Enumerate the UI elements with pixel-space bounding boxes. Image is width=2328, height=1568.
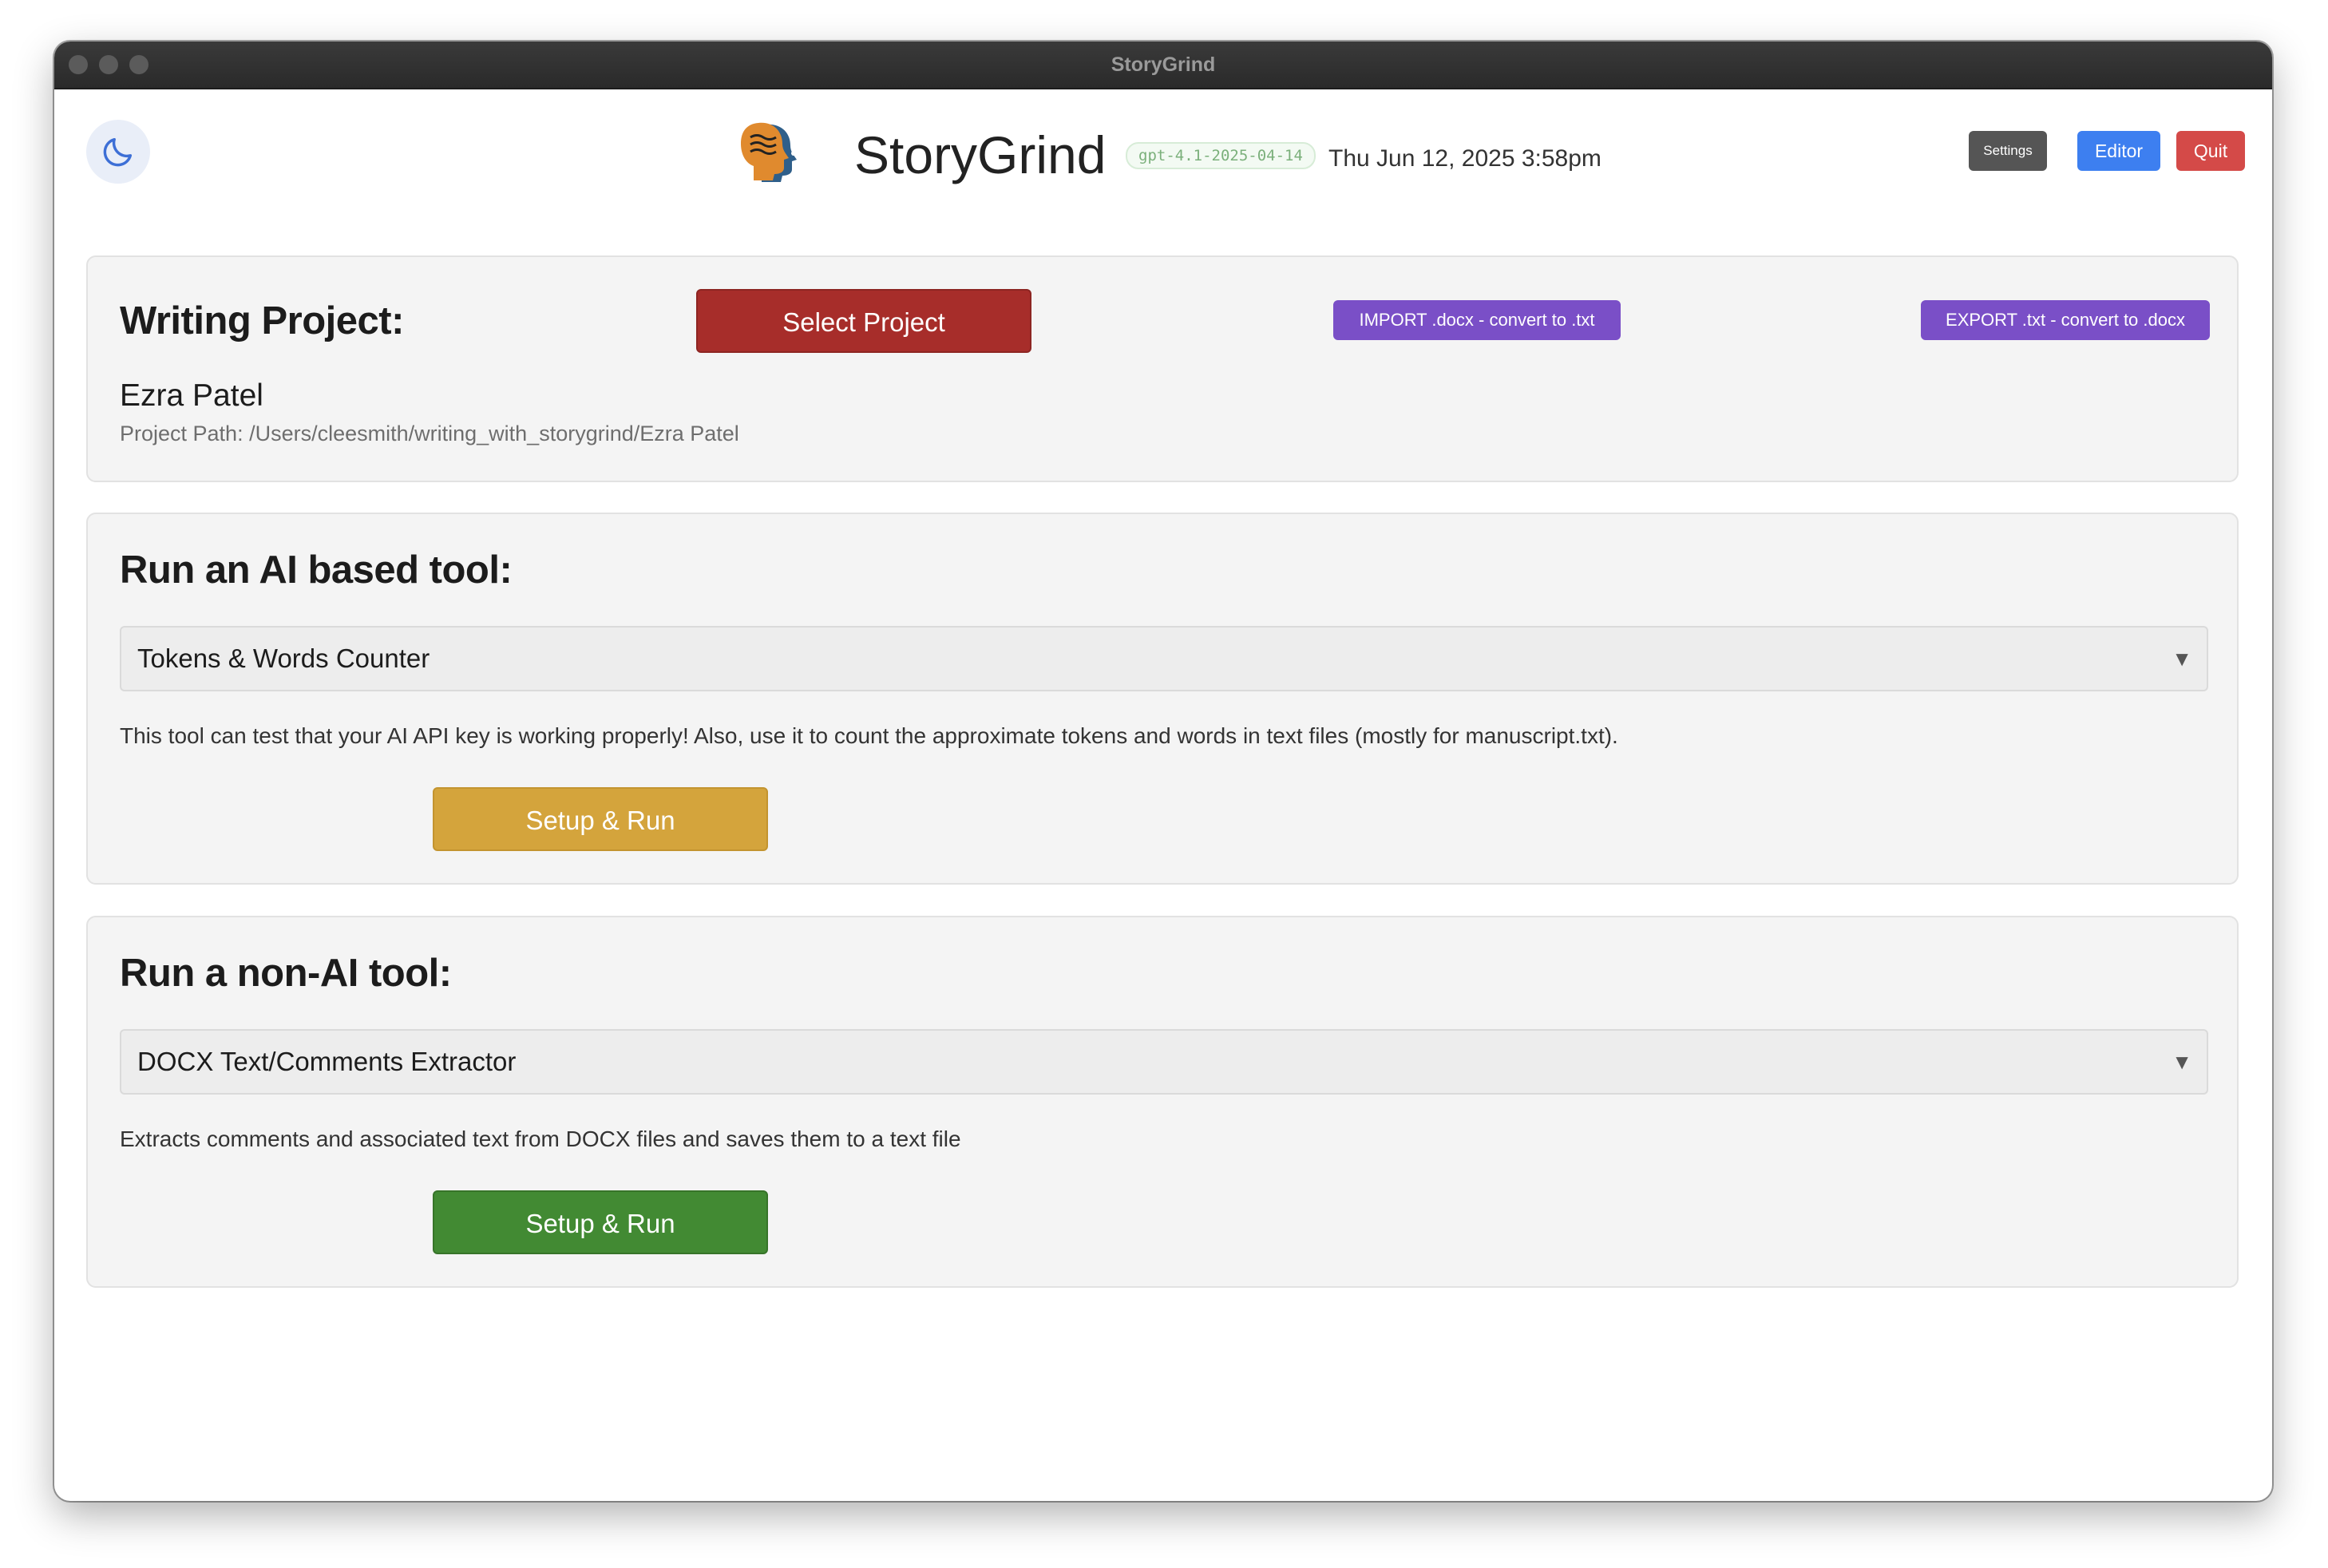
ai-tool-panel: Run an AI based tool: Tokens & Words Cou… (86, 513, 2239, 885)
non-ai-setup-run-button[interactable]: Setup & Run (433, 1190, 768, 1254)
project-path: Project Path: /Users/cleesmith/writing_w… (120, 422, 739, 445)
non-ai-tool-select[interactable]: DOCX Text/Comments Extractor ▼ (120, 1029, 2208, 1095)
profile-heads-icon (741, 122, 797, 182)
title-bar: StoryGrind (54, 42, 2272, 89)
quit-button[interactable]: Quit (2176, 131, 2245, 171)
project-panel: Writing Project: Select Project IMPORT .… (86, 255, 2239, 482)
non-ai-tool-panel: Run a non-AI tool: DOCX Text/Comments Ex… (86, 916, 2239, 1288)
select-project-button[interactable]: Select Project (696, 289, 1031, 353)
settings-button[interactable]: Settings (1969, 131, 2047, 171)
ai-tool-selected: Tokens & Words Counter (137, 643, 430, 673)
dropdown-arrow-icon: ▼ (2172, 647, 2192, 671)
app-name: StoryGrind (854, 125, 1107, 184)
app-window: StoryGrind StoryGrind gpt-4.1-2025-04-14… (54, 42, 2272, 1501)
ai-tool-description: This tool can test that your AI API key … (120, 723, 1618, 748)
project-name: Ezra Patel (120, 378, 263, 413)
window-title: StoryGrind (1111, 53, 1216, 76)
ai-setup-run-button[interactable]: Setup & Run (433, 787, 768, 851)
import-docx-button[interactable]: IMPORT .docx - convert to .txt (1333, 300, 1621, 340)
theme-toggle-button[interactable] (86, 120, 150, 184)
non-ai-tool-heading: Run a non-AI tool: (120, 952, 452, 995)
main-content: StoryGrind gpt-4.1-2025-04-14 Thu Jun 12… (54, 89, 2272, 1501)
editor-button[interactable]: Editor (2077, 131, 2160, 171)
non-ai-tool-selected: DOCX Text/Comments Extractor (137, 1047, 517, 1076)
project-heading: Writing Project: (120, 299, 404, 343)
export-txt-button[interactable]: EXPORT .txt - convert to .docx (1921, 300, 2210, 340)
moon-icon (103, 137, 133, 167)
ai-tool-select[interactable]: Tokens & Words Counter ▼ (120, 626, 2208, 691)
non-ai-tool-description: Extracts comments and associated text fr… (120, 1127, 961, 1151)
dropdown-arrow-icon: ▼ (2172, 1050, 2192, 1074)
datetime: Thu Jun 12, 2025 3:58pm (1328, 145, 1601, 172)
ai-tool-heading: Run an AI based tool: (120, 548, 513, 592)
model-badge: gpt-4.1-2025-04-14 (1126, 142, 1316, 169)
